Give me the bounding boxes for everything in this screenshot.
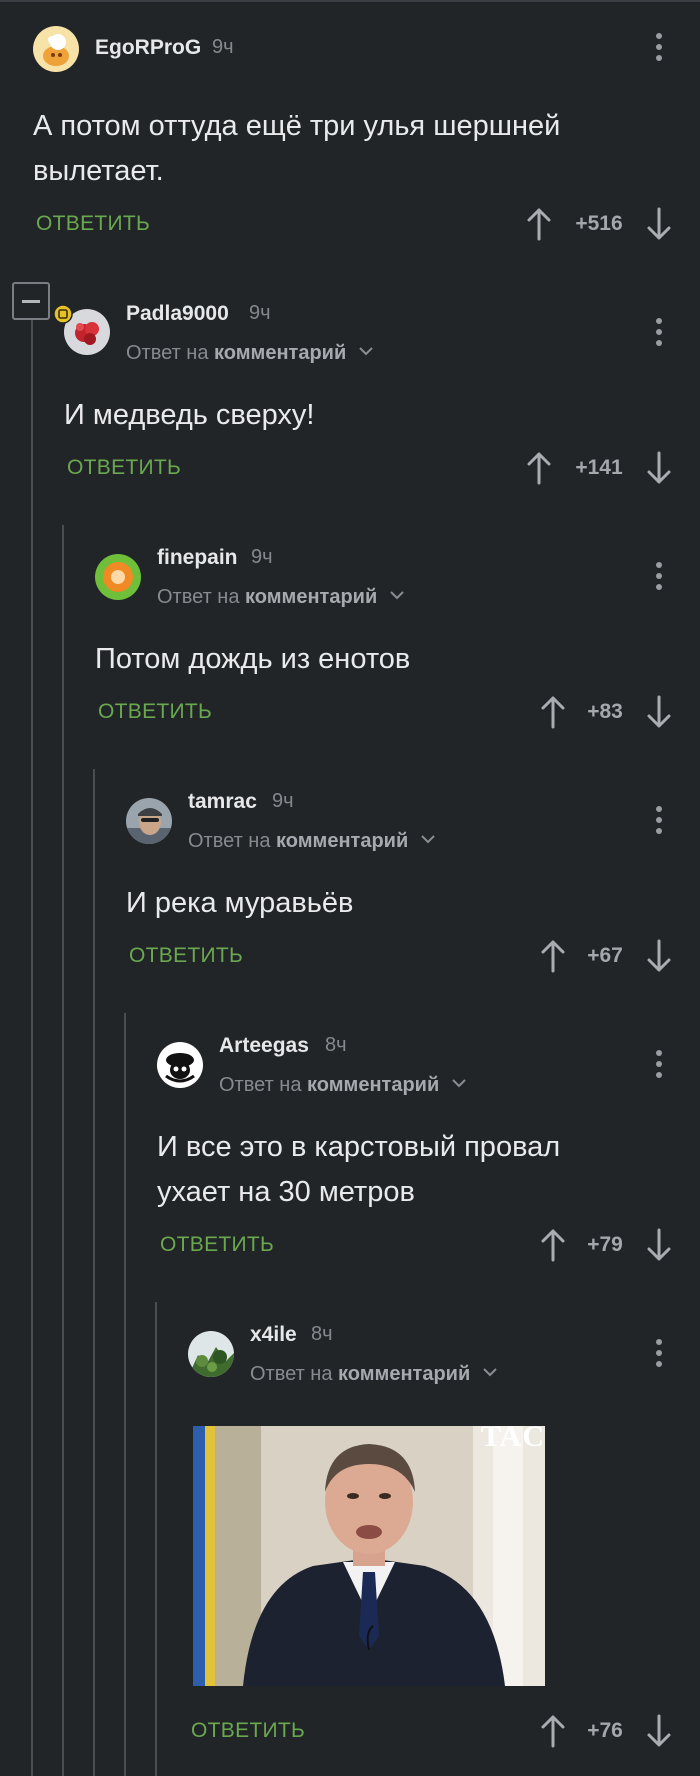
reply-to-target: комментарий <box>214 342 347 364</box>
reply-to-target: комментарий <box>338 1363 471 1385</box>
gif-watermark: TAC <box>480 1426 545 1453</box>
reply-to-link[interactable]: Ответ на комментарий <box>126 342 374 365</box>
reply-to-target: комментарий <box>307 1074 440 1096</box>
thread-line <box>62 525 64 1776</box>
more-vertical-icon[interactable] <box>654 318 664 348</box>
comment-text-line: ухает на 30 метров <box>157 1176 415 1208</box>
arrow-down-icon[interactable] <box>646 207 672 241</box>
reply-to-link[interactable]: Ответ на комментарий <box>188 830 436 853</box>
arrow-up-icon[interactable] <box>526 207 552 241</box>
more-vertical-icon[interactable] <box>654 806 664 836</box>
arrow-down-icon[interactable] <box>646 939 672 973</box>
avatar[interactable] <box>95 554 141 600</box>
author-name[interactable]: Padla9000 <box>126 302 229 326</box>
comment-text: А потом оттуда ещё три улья шершней выле… <box>33 104 560 194</box>
comment-gif[interactable]: TAC <box>193 1426 545 1686</box>
avatar[interactable] <box>33 26 79 72</box>
rating-score: +76 <box>587 1719 623 1742</box>
comment-text: И река муравьёв <box>126 881 353 926</box>
collapse-thread-button[interactable] <box>12 282 50 320</box>
comment-text: И все это в карстовый провал ухает на 30… <box>157 1125 560 1215</box>
comment-time: 8ч <box>311 1323 333 1345</box>
comment-text-line: Потом дождь из енотов <box>95 643 411 675</box>
comment-text-line: И медведь сверху! <box>64 399 315 431</box>
rating-score: +79 <box>587 1233 623 1256</box>
reply-to-link[interactable]: Ответ на комментарий <box>219 1074 467 1097</box>
chevron-down-icon <box>452 1079 466 1088</box>
thread-line <box>31 320 33 1776</box>
comment-time: 9ч <box>212 36 234 58</box>
more-vertical-icon[interactable] <box>654 33 664 63</box>
avatar[interactable] <box>188 1331 234 1377</box>
author-name[interactable]: EgoRProG <box>95 36 201 60</box>
chevron-down-icon <box>359 347 373 356</box>
chevron-down-icon <box>390 591 404 600</box>
rating-score: +141 <box>575 456 623 479</box>
more-vertical-icon[interactable] <box>654 1339 664 1369</box>
comment-text-line: А потом оттуда ещё три улья шершней <box>33 110 561 142</box>
reply-to-prefix: Ответ на <box>219 1074 302 1096</box>
rating-score: +67 <box>587 944 623 967</box>
arrow-up-icon[interactable] <box>540 695 566 729</box>
arrow-up-icon[interactable] <box>540 1228 566 1262</box>
thread-line <box>93 769 95 1776</box>
rating-score: +516 <box>575 212 623 235</box>
reply-to-link[interactable]: Ответ на комментарий <box>250 1363 498 1386</box>
reply-button[interactable]: ОТВЕТИТЬ <box>191 1719 305 1743</box>
reply-to-prefix: Ответ на <box>250 1363 333 1385</box>
avatar[interactable] <box>157 1042 203 1088</box>
avatar[interactable] <box>126 798 172 844</box>
comment-text: И медведь сверху! <box>64 393 314 438</box>
rating-score: +83 <box>587 700 623 723</box>
chevron-down-icon <box>421 835 435 844</box>
reply-to-target: комментарий <box>245 586 378 608</box>
badge-icon <box>53 304 73 324</box>
chevron-down-icon <box>483 1368 497 1377</box>
comment-thread: EgoRProG 9ч А потом оттуда ещё три улья … <box>0 0 700 1776</box>
reply-to-target: комментарий <box>276 830 409 852</box>
reply-button[interactable]: ОТВЕТИТЬ <box>129 944 243 968</box>
author-name[interactable]: x4ile <box>250 1323 297 1347</box>
reply-button[interactable]: ОТВЕТИТЬ <box>67 456 181 480</box>
author-name[interactable]: tamrac <box>188 790 257 814</box>
top-divider <box>0 0 700 2</box>
arrow-down-icon[interactable] <box>646 1228 672 1262</box>
comment-time: 9ч <box>249 302 271 324</box>
reply-to-prefix: Ответ на <box>188 830 271 852</box>
comment-time: 9ч <box>272 790 294 812</box>
arrow-down-icon[interactable] <box>646 1714 672 1748</box>
minus-icon <box>22 299 40 303</box>
more-vertical-icon[interactable] <box>654 1050 664 1080</box>
arrow-up-icon[interactable] <box>526 451 552 485</box>
more-vertical-icon[interactable] <box>654 562 664 592</box>
reply-button[interactable]: ОТВЕТИТЬ <box>160 1233 274 1257</box>
reply-button[interactable]: ОТВЕТИТЬ <box>36 212 150 236</box>
comment-text-line: вылетает. <box>33 155 164 187</box>
thread-line <box>124 1013 126 1776</box>
arrow-down-icon[interactable] <box>646 695 672 729</box>
comment-text-line: И все это в карстовый провал <box>157 1131 561 1163</box>
comment-time: 9ч <box>251 546 273 568</box>
thread-line <box>155 1302 157 1776</box>
reply-button[interactable]: ОТВЕТИТЬ <box>98 700 212 724</box>
reply-to-link[interactable]: Ответ на комментарий <box>157 586 405 609</box>
comment-text: Потом дождь из енотов <box>95 637 410 682</box>
reply-to-prefix: Ответ на <box>126 342 209 364</box>
comment-time: 8ч <box>325 1034 347 1056</box>
author-name[interactable]: finepain <box>157 546 238 570</box>
reply-to-prefix: Ответ на <box>157 586 240 608</box>
comment-text-line: И река муравьёв <box>126 887 354 919</box>
author-name[interactable]: Arteegas <box>219 1034 309 1058</box>
arrow-up-icon[interactable] <box>540 1714 566 1748</box>
arrow-down-icon[interactable] <box>646 451 672 485</box>
arrow-up-icon[interactable] <box>540 939 566 973</box>
